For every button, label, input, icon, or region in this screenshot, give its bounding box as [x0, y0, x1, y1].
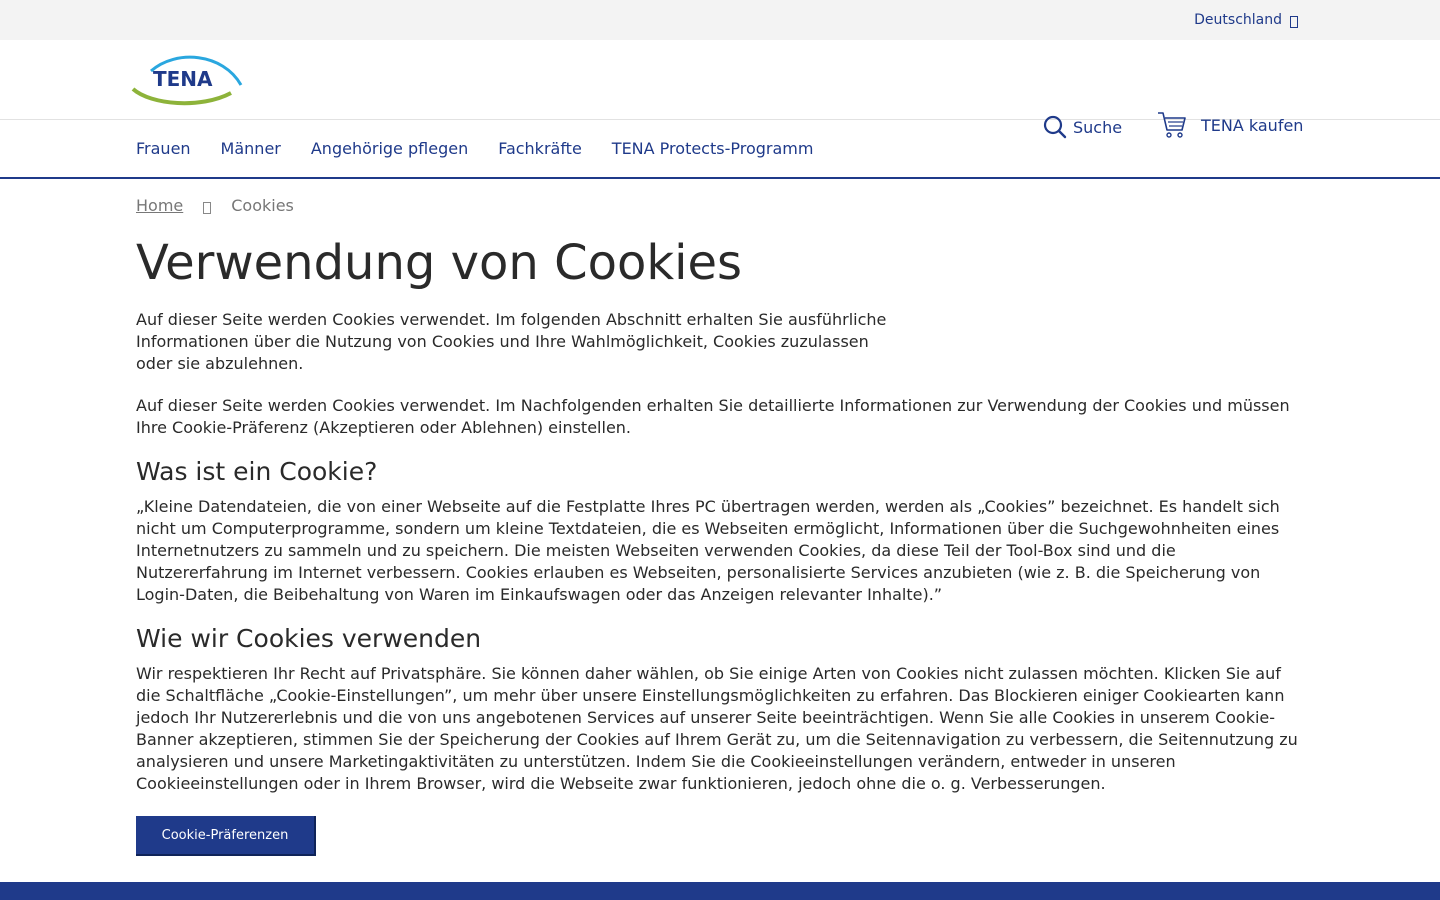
page-title: Verwendung von Cookies — [136, 235, 742, 291]
chevron-down-icon — [1290, 15, 1298, 28]
nav-item-maenner[interactable]: Männer — [221, 139, 281, 158]
cookie-preferences-button[interactable]: Cookie-Präferenzen — [136, 816, 316, 856]
how-we-use-paragraph: Wir respektieren Ihr Recht auf Privatsph… — [136, 664, 1298, 793]
nav-item-tena-protects[interactable]: TENA Protects-Programm — [612, 139, 814, 158]
section-heading-what-is-cookie: Was ist ein Cookie? — [136, 457, 378, 486]
site-header: TENA Suche TENA kaufen — [0, 40, 1440, 139]
nav-item-frauen[interactable]: Frauen — [136, 139, 191, 158]
logo-text: TENA — [153, 67, 213, 91]
cookie-notice-paragraph: Auf dieser Seite werden Cookies verwende… — [136, 396, 1290, 437]
main-content: Home Cookies Verwendung von Cookies Auf … — [136, 180, 1306, 856]
breadcrumb: Home Cookies — [136, 196, 1306, 215]
chevron-right-icon — [203, 201, 212, 214]
what-is-cookie-paragraph: „Kleine Datendateien, die von einer Webs… — [136, 497, 1280, 604]
nav-item-fachkraefte[interactable]: Fachkräfte — [498, 139, 582, 158]
section-heading-how-we-use: Wie wir Cookies verwenden — [136, 624, 482, 653]
intro-paragraph: Auf dieser Seite werden Cookies verwende… — [136, 310, 887, 373]
main-navigation: Frauen Männer Angehörige pflegen Fachkrä… — [0, 120, 1440, 179]
language-label: Deutschland — [1194, 12, 1282, 28]
nav-item-angehoerige[interactable]: Angehörige pflegen — [311, 139, 468, 158]
top-utility-bar: Deutschland — [0, 0, 1440, 40]
breadcrumb-current: Cookies — [231, 196, 294, 215]
footer-bar — [0, 882, 1440, 900]
tena-logo[interactable]: TENA — [131, 55, 243, 107]
language-selector[interactable]: Deutschland — [1194, 12, 1298, 28]
breadcrumb-home-link[interactable]: Home — [136, 196, 183, 215]
logo-green-swoosh-icon — [131, 87, 232, 106]
